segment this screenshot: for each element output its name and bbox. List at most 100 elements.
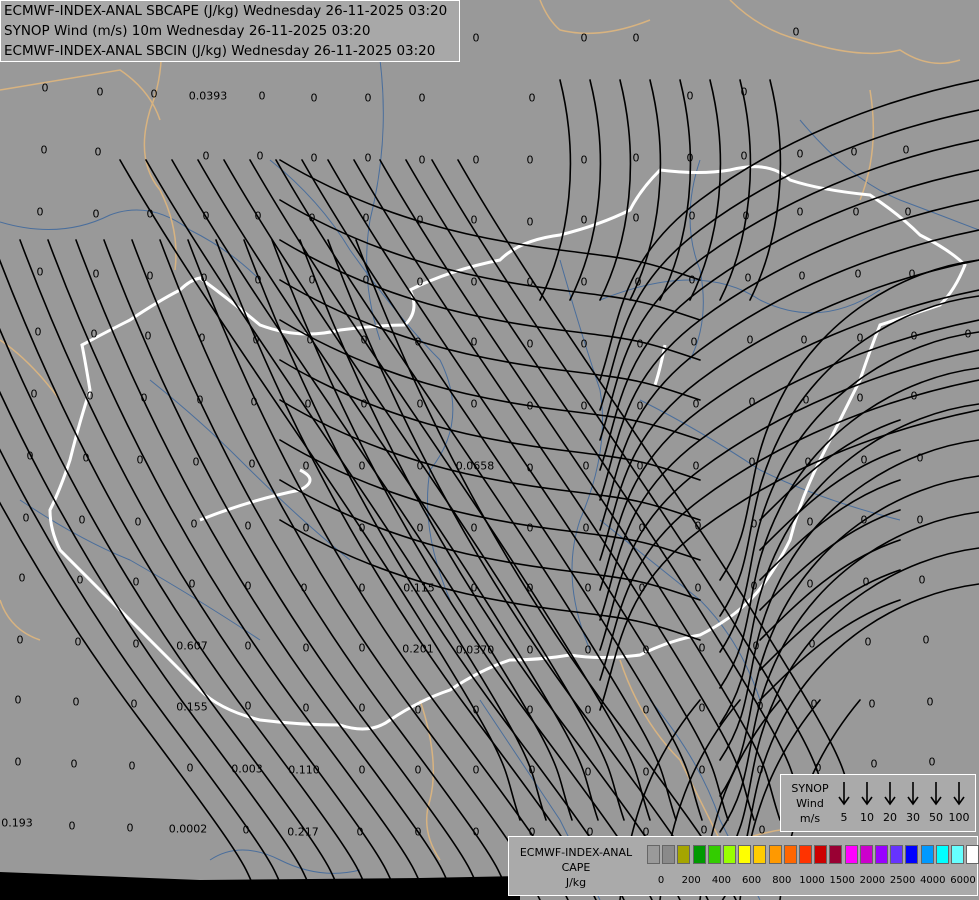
zero-value-label: 0 (26, 449, 34, 463)
outer-border (729, 0, 961, 65)
zero-value-label: 0 (526, 153, 534, 167)
zero-value-label: 0 (526, 521, 534, 535)
streamline (599, 79, 632, 301)
title-sbcape: ECMWF-INDEX-ANAL SBCAPE (J/kg) Wednesday… (4, 3, 448, 19)
zero-value-label: 0 (190, 517, 198, 531)
cape-tick-label: 800 (772, 875, 792, 886)
zero-value-label: 0 (698, 641, 706, 655)
cape-swatch (859, 845, 873, 864)
zero-value-label: 0 (758, 823, 766, 837)
zero-value-label: 0 (472, 31, 480, 45)
zero-value-label: 0 (864, 635, 872, 649)
cape-swatch (875, 845, 888, 864)
value-label: 0.115 (403, 581, 435, 595)
zero-value-label: 0 (580, 31, 588, 45)
zero-value-label: 0 (860, 453, 868, 467)
zero-value-label: 0 (636, 337, 644, 351)
zero-value-label: 0 (358, 641, 366, 655)
map-canvas (0, 0, 979, 900)
zero-value-label: 0 (688, 273, 696, 287)
cape-swatch (677, 845, 691, 864)
zero-value-label: 0 (94, 145, 102, 159)
zero-value-label: 0 (300, 581, 308, 595)
zero-value-label: 0 (698, 701, 706, 715)
value-label: 0.0658 (455, 459, 495, 473)
cape-tick-label: 1000 (799, 875, 825, 886)
cape-legend-title: ECMWF-INDEX-ANAL CAPE J/kg (519, 846, 633, 889)
zero-value-label: 0 (74, 635, 82, 649)
zero-value-label: 0 (470, 397, 478, 411)
zero-value-label: 0 (364, 91, 372, 105)
zero-value-label: 0 (632, 31, 640, 45)
zero-value-label: 0 (306, 333, 314, 347)
zero-value-label: 0 (242, 823, 250, 837)
cape-tick-label: 6000 (950, 875, 976, 886)
streamline (243, 239, 625, 900)
streamline (249, 159, 651, 821)
value-label: 0.607 (176, 639, 208, 653)
zero-value-label: 0 (364, 151, 372, 165)
streamline (279, 519, 701, 641)
zero-value-label: 0 (416, 397, 424, 411)
zero-value-label: 0 (416, 521, 424, 535)
zero-value-label: 0 (748, 455, 756, 469)
streamline (215, 239, 597, 900)
streamline (75, 239, 457, 900)
streamline (279, 439, 701, 561)
zero-value-label: 0 (916, 513, 924, 527)
zero-value-label: 0 (244, 699, 252, 713)
streamline (145, 159, 547, 821)
value-label: 0.003 (231, 762, 263, 776)
zero-value-label: 0 (580, 213, 588, 227)
river (209, 849, 361, 874)
zero-value-label: 0 (798, 269, 806, 283)
streamline (119, 159, 521, 821)
streamline (159, 239, 541, 900)
zero-value-label: 0 (692, 397, 700, 411)
zero-value-label: 0 (14, 755, 22, 769)
cape-swatch (814, 845, 828, 864)
zero-value-label: 0 (584, 765, 592, 779)
cape-swatch (829, 845, 843, 864)
zero-value-label: 0 (198, 331, 206, 345)
value-label: 0.193 (1, 816, 33, 830)
zero-value-label: 0 (800, 333, 808, 347)
cape-swatch (647, 845, 660, 864)
zero-value-label: 0 (308, 273, 316, 287)
zero-value-label: 0 (40, 143, 48, 157)
cape-swatch (723, 845, 736, 864)
zero-value-label: 0 (756, 699, 764, 713)
zero-value-label: 0 (92, 207, 100, 221)
zero-value-label: 0 (144, 329, 152, 343)
zero-value-label: 0 (358, 763, 366, 777)
zero-value-label: 0 (134, 515, 142, 529)
zero-value-label: 0 (310, 151, 318, 165)
zero-value-label: 0 (16, 633, 24, 647)
streamline (689, 79, 722, 301)
zero-value-label: 0 (358, 701, 366, 715)
zero-value-label: 0 (632, 151, 640, 165)
wind-arrow-icon (838, 782, 850, 806)
cape-swatch (966, 845, 979, 864)
zero-value-label: 0 (34, 325, 42, 339)
zero-value-label: 0 (472, 153, 480, 167)
zero-value-label: 0 (362, 273, 370, 287)
zero-value-label: 0 (910, 389, 918, 403)
zero-value-label: 0 (132, 575, 140, 589)
zero-value-label: 0 (584, 643, 592, 657)
zero-value-label: 0 (686, 89, 694, 103)
cape-tick-label: 4000 (920, 875, 946, 886)
zero-value-label: 0 (868, 697, 876, 711)
cape-swatch (753, 845, 767, 864)
zero-value-label: 0 (964, 327, 972, 341)
wind-arrow-icon (884, 782, 896, 806)
zero-value-label: 0 (750, 517, 758, 531)
map-corner-dark (0, 872, 520, 900)
zero-value-label: 0 (302, 521, 310, 535)
zero-value-label: 0 (186, 761, 194, 775)
zero-value-label: 0 (36, 205, 44, 219)
zero-value-label: 0 (856, 331, 864, 345)
zero-value-label: 0 (256, 149, 264, 163)
zero-value-label: 0 (922, 633, 930, 647)
cape-swatch (768, 845, 782, 864)
